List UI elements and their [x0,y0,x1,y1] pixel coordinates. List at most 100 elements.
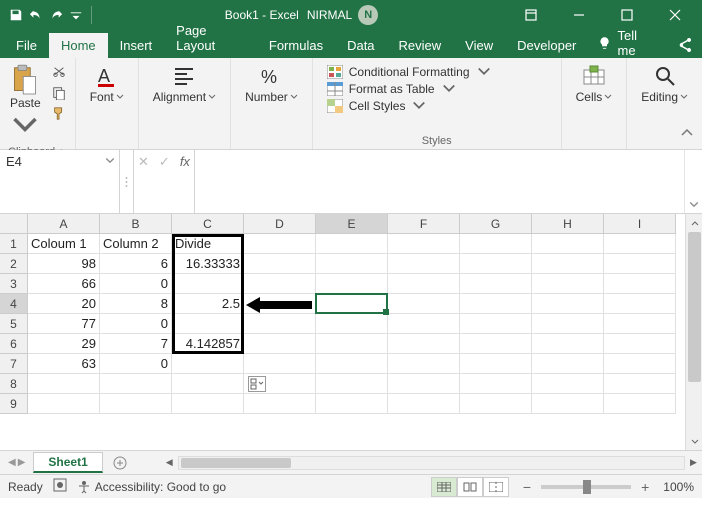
cell-A5[interactable]: 77 [28,314,100,334]
share-button[interactable] [666,37,702,58]
cell-G9[interactable] [460,394,532,414]
zoom-track[interactable] [541,485,631,489]
ribbon-display-options-icon[interactable] [508,0,554,30]
col-header-I[interactable]: I [604,214,676,234]
row-header-6[interactable]: 6 [0,334,28,354]
hscroll-right-icon[interactable]: ▶ [685,456,702,470]
cell-B5[interactable]: 0 [100,314,172,334]
cell-A8[interactable] [28,374,100,394]
conditional-formatting-button[interactable]: Conditional Formatting [325,64,494,80]
number-dropdown[interactable]: % Number [237,62,306,106]
tab-data[interactable]: Data [335,33,386,58]
qat-customize-icon[interactable] [68,7,84,23]
cell-E1[interactable] [316,234,388,254]
cell-E4[interactable] [316,294,388,314]
tab-formulas[interactable]: Formulas [257,33,335,58]
cell-C5[interactable] [172,314,244,334]
chevron-down-icon[interactable] [105,156,115,166]
row-header-4[interactable]: 4 [0,294,28,314]
cell-A1[interactable]: Coloum 1 [28,234,100,254]
cell-F9[interactable] [388,394,460,414]
cell-C8[interactable] [172,374,244,394]
horizontal-scrollbar[interactable] [178,456,685,470]
cell-B7[interactable]: 0 [100,354,172,374]
cell-G7[interactable] [460,354,532,374]
cell-G5[interactable] [460,314,532,334]
row-header-9[interactable]: 9 [0,394,28,414]
cells-dropdown[interactable]: Cells [568,62,621,106]
cell-I1[interactable] [604,234,676,254]
cell-I3[interactable] [604,274,676,294]
cell-B1[interactable]: Column 2 [100,234,172,254]
cell-D4[interactable] [244,294,316,314]
cell-G8[interactable] [460,374,532,394]
cell-D2[interactable] [244,254,316,274]
cell-C1[interactable]: Divide [172,234,244,254]
paste-button[interactable]: Paste [6,62,45,144]
tab-developer[interactable]: Developer [505,33,588,58]
cell-C2[interactable]: 16.33333 [172,254,244,274]
tab-file[interactable]: File [4,33,49,58]
view-page-layout-button[interactable] [457,477,483,497]
cell-F2[interactable] [388,254,460,274]
cell-H5[interactable] [532,314,604,334]
spreadsheet-grid[interactable]: ABCDEFGHI 123456789 Coloum 1Column 2Divi… [0,214,702,450]
expand-formula-bar-icon[interactable] [684,150,702,213]
font-dropdown[interactable]: A Font [82,62,132,106]
cell-C3[interactable] [172,274,244,294]
col-header-E[interactable]: E [316,214,388,234]
cell-C7[interactable] [172,354,244,374]
cell-E8[interactable] [316,374,388,394]
hscroll-thumb[interactable] [181,458,291,468]
view-normal-button[interactable] [431,477,457,497]
formula-input[interactable] [195,150,684,213]
tab-review[interactable]: Review [387,33,454,58]
cell-H1[interactable] [532,234,604,254]
row-header-1[interactable]: 1 [0,234,28,254]
cell-A2[interactable]: 98 [28,254,100,274]
cell-F6[interactable] [388,334,460,354]
maximize-button[interactable] [604,0,650,30]
cell-H4[interactable] [532,294,604,314]
row-header-3[interactable]: 3 [0,274,28,294]
cell-B9[interactable] [100,394,172,414]
col-header-H[interactable]: H [532,214,604,234]
tell-me[interactable]: Tell me [588,28,666,58]
cell-D5[interactable] [244,314,316,334]
cell-E6[interactable] [316,334,388,354]
col-header-D[interactable]: D [244,214,316,234]
cell-I9[interactable] [604,394,676,414]
cell-D9[interactable] [244,394,316,414]
zoom-slider[interactable]: − + [519,479,653,495]
cell-E5[interactable] [316,314,388,334]
cell-F4[interactable] [388,294,460,314]
cell-C4[interactable]: 2.5 [172,294,244,314]
cell-I2[interactable] [604,254,676,274]
add-sheet-button[interactable] [109,453,131,473]
user-account[interactable]: NIRMAL N [307,5,378,25]
col-header-B[interactable]: B [100,214,172,234]
col-header-F[interactable]: F [388,214,460,234]
cell-I8[interactable] [604,374,676,394]
cell-H7[interactable] [532,354,604,374]
format-as-table-button[interactable]: Format as Table [325,81,494,97]
cut-button[interactable] [49,64,69,82]
cell-A9[interactable] [28,394,100,414]
cell-B2[interactable]: 6 [100,254,172,274]
sheet-nav-prev-icon[interactable]: ◀ [8,457,16,468]
col-header-C[interactable]: C [172,214,244,234]
cell-A6[interactable]: 29 [28,334,100,354]
col-header-G[interactable]: G [460,214,532,234]
cell-D7[interactable] [244,354,316,374]
close-button[interactable] [652,0,698,30]
namebox-resize-handle[interactable] [120,150,134,213]
cell-G2[interactable] [460,254,532,274]
cell-H3[interactable] [532,274,604,294]
format-painter-button[interactable] [49,104,69,122]
cell-I6[interactable] [604,334,676,354]
cancel-formula-icon[interactable]: ✕ [138,154,149,170]
cell-A3[interactable]: 66 [28,274,100,294]
cell-C6[interactable]: 4.142857 [172,334,244,354]
editing-dropdown[interactable]: Editing [633,62,696,106]
cell-I5[interactable] [604,314,676,334]
